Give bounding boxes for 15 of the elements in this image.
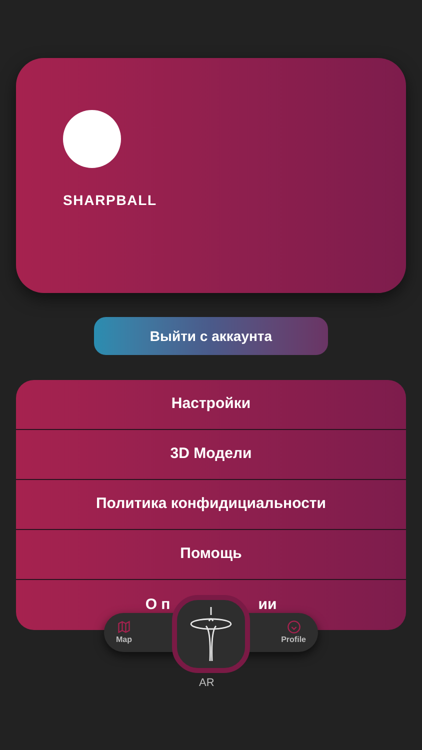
menu-item-label: ии	[258, 594, 277, 615]
profile-icon	[286, 620, 301, 634]
menu-item[interactable]: Помощь	[16, 530, 406, 580]
profile-tab[interactable]: Profile	[281, 620, 306, 646]
map-tab[interactable]: Map	[116, 620, 132, 646]
menu-item-label: О п	[145, 594, 170, 615]
menu-item[interactable]: 3D Модели	[16, 430, 406, 480]
menu-item[interactable]: Настройки	[16, 380, 406, 430]
menu-item[interactable]: Политика конфидициальности	[16, 480, 406, 530]
needle-logo-icon	[188, 605, 234, 663]
profile-name: SHARPBALL	[63, 191, 158, 210]
logout-button[interactable]: Выйти с аккаунта	[94, 317, 328, 355]
ar-label: AR	[199, 676, 214, 691]
map-icon	[117, 620, 131, 634]
ar-button[interactable]	[172, 595, 250, 673]
